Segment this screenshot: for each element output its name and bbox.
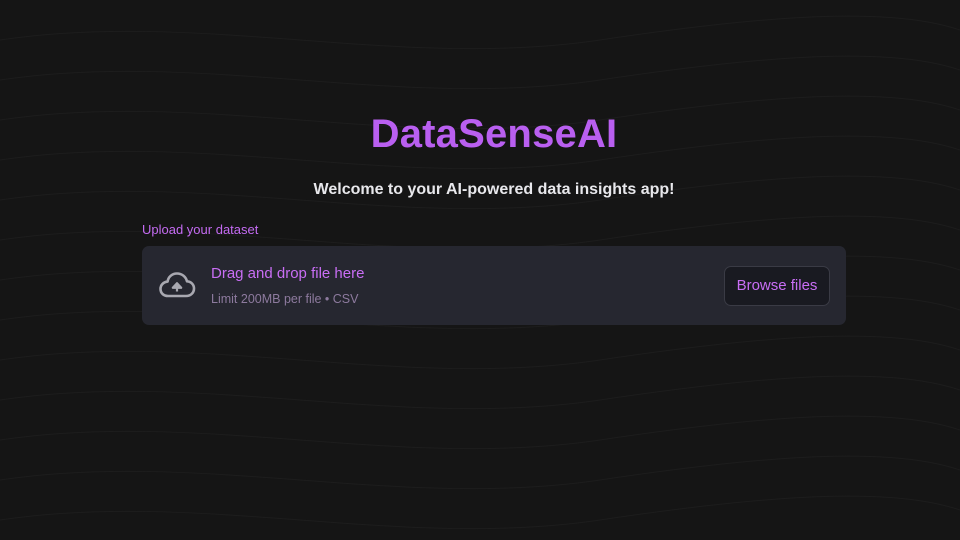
app-subtitle: Welcome to your AI-powered data insights… [313,181,675,198]
dropzone-limit: Limit 200MB per file • CSV [211,292,359,306]
file-dropzone[interactable]: Drag and drop file here Limit 200MB per … [142,246,846,325]
app-window: DataSenseAI Welcome to your AI-powered d… [0,0,960,540]
browse-files-button[interactable]: Browse files [724,266,830,306]
dropzone-instruction: Drag and drop file here [211,265,365,282]
app-title: DataSenseAI [370,112,618,156]
upload-label: Upload your dataset [142,222,259,237]
cloud-upload-icon [158,270,196,302]
